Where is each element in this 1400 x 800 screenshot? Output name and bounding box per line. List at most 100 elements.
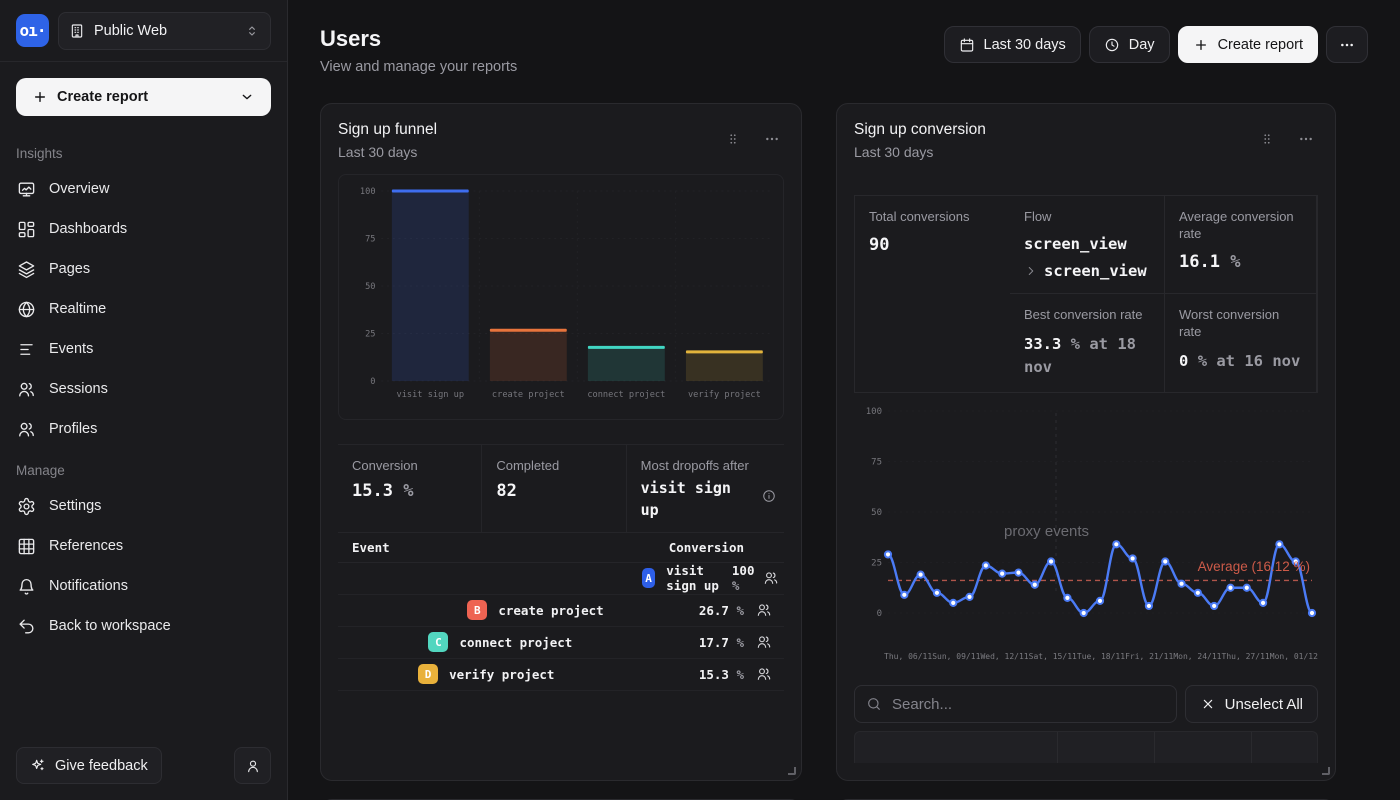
users-icon xyxy=(17,420,36,439)
main-content: Users View and manage your reports Last … xyxy=(288,0,1400,800)
bell-icon xyxy=(17,577,36,596)
sidebar-item-realtime[interactable]: Realtime xyxy=(0,289,287,329)
step-badge: A xyxy=(642,568,655,588)
event-column-header: Event xyxy=(352,540,390,555)
give-feedback-button[interactable]: Give feedback xyxy=(16,747,162,784)
sidebar-item-pages[interactable]: Pages xyxy=(0,249,287,289)
profile-button[interactable] xyxy=(234,747,271,784)
drag-handle-icon[interactable] xyxy=(726,132,740,146)
event-name: connect project xyxy=(459,635,572,650)
sidebar-item-overview[interactable]: Overview xyxy=(0,169,287,209)
flow-step-1: screen_view xyxy=(1024,235,1127,253)
view-users-icon[interactable] xyxy=(744,666,784,682)
conversion-stats-grid: Flow screen_view screen_view Average con… xyxy=(854,195,1318,393)
conversion-card: Sign up conversion Last 30 days Flow scr… xyxy=(836,103,1336,781)
table-row[interactable]: D verify project 15.3 % xyxy=(338,659,784,691)
users-icon xyxy=(17,380,36,399)
calendar-icon xyxy=(959,37,975,53)
search-input[interactable] xyxy=(892,696,1165,713)
workspace-selector[interactable]: Public Web xyxy=(58,12,271,50)
manage-nav: Settings References Notifications Back t… xyxy=(0,486,287,646)
sidebar-item-label: Realtime xyxy=(49,301,106,317)
sparkles-icon xyxy=(30,758,46,774)
stat-value: 82 xyxy=(496,481,611,501)
interval-label: Day xyxy=(1129,37,1155,53)
svg-text:0: 0 xyxy=(370,377,375,387)
sidebar-item-label: Dashboards xyxy=(49,221,127,237)
table-row[interactable]: B create project 26.7 % xyxy=(338,595,784,627)
table-row[interactable]: C connect project 17.7 % xyxy=(338,627,784,659)
svg-text:100: 100 xyxy=(866,407,882,417)
step-badge: B xyxy=(467,600,487,620)
card-resize-handle[interactable] xyxy=(788,767,796,775)
sidebar-item-label: Notifications xyxy=(49,578,128,594)
conversion-card-subtitle: Last 30 days xyxy=(854,144,986,160)
grid-icon xyxy=(17,537,36,556)
view-users-icon[interactable] xyxy=(744,634,784,650)
svg-text:50: 50 xyxy=(365,282,375,292)
view-users-icon[interactable] xyxy=(744,602,784,618)
more-options-button[interactable] xyxy=(1326,26,1368,63)
step-badge: C xyxy=(428,632,448,652)
table-row[interactable]: A visit sign up 100 % xyxy=(338,563,784,595)
sidebar: oı· Public Web Create report Insights Ov… xyxy=(0,0,288,800)
card-menu-icon[interactable] xyxy=(1298,131,1314,147)
openpanel-logo[interactable]: oı· xyxy=(16,14,49,47)
unselect-all-button[interactable]: Unselect All xyxy=(1185,685,1318,723)
svg-text:100: 100 xyxy=(360,187,376,197)
date-range-button[interactable]: Last 30 days xyxy=(944,26,1081,63)
card-resize-handle[interactable] xyxy=(1322,767,1330,775)
search-field[interactable] xyxy=(854,685,1177,723)
svg-text:create project: create project xyxy=(492,390,565,400)
sidebar-item-dashboards[interactable]: Dashboards xyxy=(0,209,287,249)
sidebar-item-label: Sessions xyxy=(49,381,108,397)
stat-value: 90 xyxy=(869,235,996,255)
x-icon xyxy=(1200,696,1216,712)
event-name: visit sign up xyxy=(666,563,732,593)
page-title: Users xyxy=(320,26,517,52)
x-axis-labels: Thu, 06/11Sun, 09/11Wed, 12/11Sat, 15/11… xyxy=(854,652,1318,661)
sidebar-item-notifications[interactable]: Notifications xyxy=(0,566,287,606)
sidebar-create-report-button[interactable]: Create report xyxy=(16,78,271,116)
sidebar-item-references[interactable]: References xyxy=(0,526,287,566)
clock-icon xyxy=(1104,37,1120,53)
conversion-column-header: Conversion xyxy=(669,540,744,555)
sidebar-item-label: Settings xyxy=(49,498,101,514)
info-icon[interactable] xyxy=(762,489,776,506)
stat-value: visit sign up xyxy=(641,478,756,522)
sidebar-item-profiles[interactable]: Profiles xyxy=(0,409,287,449)
funnel-stats: Conversion 15.3 % Completed 82 Most drop… xyxy=(338,444,784,533)
sidebar-item-events[interactable]: Events xyxy=(0,329,287,369)
drag-handle-icon[interactable] xyxy=(1260,132,1274,146)
stat-label: Flow xyxy=(1024,209,1150,226)
interval-button[interactable]: Day xyxy=(1089,26,1170,63)
insights-nav: Overview Dashboards Pages Realtime Event… xyxy=(0,169,287,449)
sidebar-item-back-to-workspace[interactable]: Back to workspace xyxy=(0,606,287,646)
building-icon xyxy=(69,23,85,39)
stat-completed: Completed 82 xyxy=(481,445,625,532)
layers-icon xyxy=(17,260,36,279)
stat-label: Average conversion rate xyxy=(1179,209,1302,243)
sidebar-item-label: Events xyxy=(49,341,93,357)
chevrons-up-down-icon xyxy=(244,23,260,39)
undo-arrow-icon xyxy=(17,617,36,636)
svg-text:75: 75 xyxy=(871,458,882,468)
card-menu-icon[interactable] xyxy=(764,131,780,147)
sidebar-item-label: Profiles xyxy=(49,421,97,437)
stat-label: Completed xyxy=(496,458,611,474)
person-icon xyxy=(245,758,261,774)
funnel-bar-chart[interactable]: 0255075100visit sign upcreate projectcon… xyxy=(338,174,784,420)
sidebar-item-settings[interactable]: Settings xyxy=(0,486,287,526)
stat-value: 15.3 xyxy=(352,481,393,501)
conversion-line-chart[interactable]: 0255075100 proxy events Average (16.12 %… xyxy=(854,401,1318,661)
sidebar-item-sessions[interactable]: Sessions xyxy=(0,369,287,409)
view-users-icon[interactable] xyxy=(757,570,784,586)
funnel-card: Sign up funnel Last 30 days 0255075100vi… xyxy=(320,103,802,781)
create-report-label: Create report xyxy=(57,89,230,105)
create-report-button[interactable]: Create report xyxy=(1178,26,1318,63)
stat-best-conversion: Best conversion rate 33.3 % at 18 nov xyxy=(1010,294,1165,392)
create-report-label: Create report xyxy=(1218,37,1303,53)
section-label-manage: Manage xyxy=(0,449,287,486)
stat-flow: Flow screen_view screen_view xyxy=(1010,196,1165,294)
flow-step-2: screen_view xyxy=(1044,262,1147,280)
